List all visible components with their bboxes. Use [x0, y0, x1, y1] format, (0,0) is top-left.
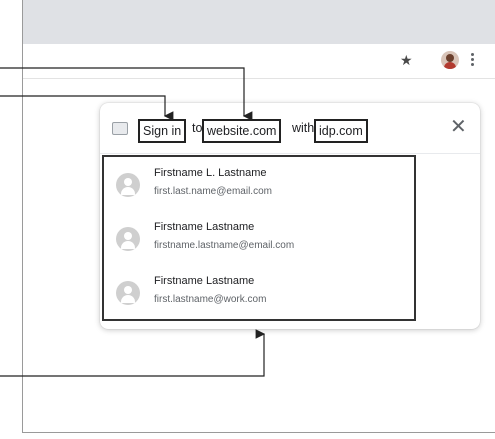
- account-list: Firstname L. Lastname first.last.name@em…: [102, 155, 416, 321]
- with-label: with: [292, 121, 315, 135]
- star-icon[interactable]: ★: [400, 52, 413, 68]
- profile-avatar[interactable]: [441, 51, 459, 69]
- kebab-menu-icon[interactable]: [471, 53, 475, 67]
- account-name: Firstname Lastname: [154, 275, 255, 287]
- account-name: Firstname L. Lastname: [154, 167, 267, 179]
- idp-label: idp.com: [314, 119, 368, 143]
- to-label: to: [192, 121, 203, 135]
- account-email: first.lastname@work.com: [154, 294, 267, 305]
- account-name: Firstname Lastname: [154, 221, 255, 233]
- account-email: firstname.lastname@email.com: [154, 240, 295, 251]
- dialog-header: Sign in to website.com with idp.com ✕: [100, 103, 480, 153]
- sign-in-label: Sign in: [138, 119, 187, 143]
- website-label: website.com: [202, 119, 282, 143]
- header-divider: [100, 153, 480, 154]
- account-item[interactable]: Firstname Lastname firstname.lastname@em…: [116, 221, 406, 265]
- folder-icon: [112, 122, 128, 135]
- tab-strip: [23, 0, 495, 44]
- account-email: first.last.name@email.com: [154, 186, 272, 197]
- account-item[interactable]: Firstname L. Lastname first.last.name@em…: [116, 167, 406, 211]
- account-avatar-icon: [116, 227, 140, 251]
- account-avatar-icon: [116, 281, 140, 305]
- close-icon[interactable]: ✕: [450, 116, 467, 138]
- browser-toolbar: ★: [23, 44, 495, 79]
- sign-in-dialog: Sign in to website.com with idp.com ✕ Fi…: [100, 103, 480, 329]
- account-item[interactable]: Firstname Lastname first.lastname@work.c…: [116, 275, 406, 319]
- account-avatar-icon: [116, 173, 140, 197]
